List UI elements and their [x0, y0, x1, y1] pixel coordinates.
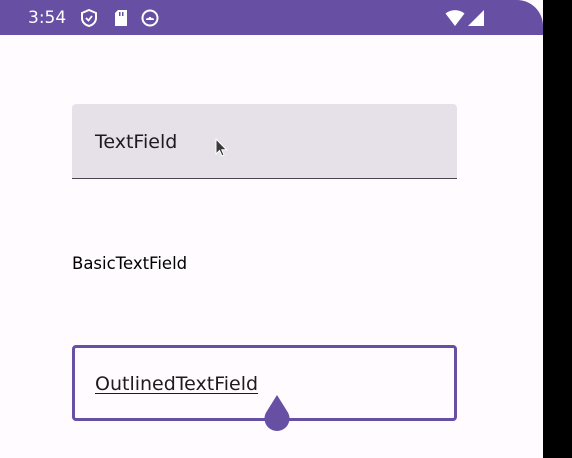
- status-time: 3:54: [28, 8, 67, 28]
- basic-text-field[interactable]: BasicTextField: [72, 253, 187, 275]
- textfield-value: TextField: [95, 131, 178, 153]
- text-selection-handle-icon[interactable]: [262, 393, 292, 433]
- sd-card-icon: [112, 9, 130, 27]
- wifi-icon: [445, 9, 465, 27]
- outlined-text-field-value: OutlinedTextField: [95, 373, 259, 395]
- app-screen: 3:54 TextField BasicTextField OutlinedTe…: [0, 0, 543, 458]
- shield-icon: [80, 8, 98, 28]
- status-bar: 3:54: [0, 0, 543, 35]
- signal-icon: [467, 9, 485, 27]
- textfield[interactable]: TextField: [72, 104, 457, 179]
- mouse-pointer-icon: [215, 137, 229, 160]
- notification-icon: [141, 9, 159, 27]
- screen-edge: [543, 0, 572, 458]
